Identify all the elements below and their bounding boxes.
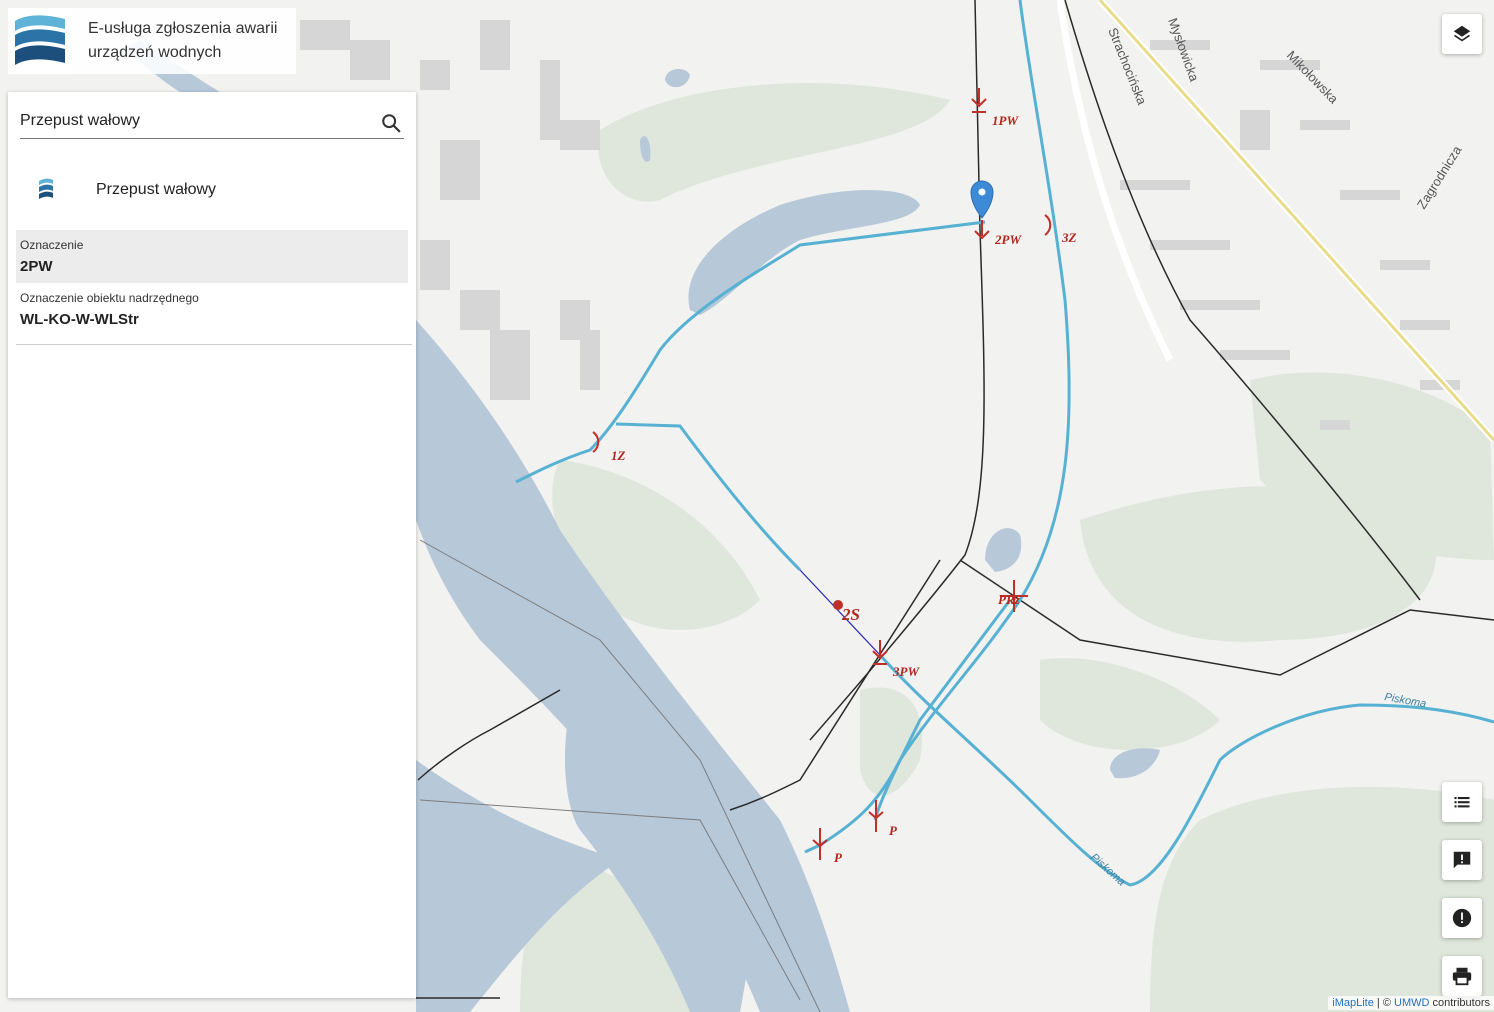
label-p-2: P — [834, 850, 843, 865]
search-result-label: Przepust wałowy — [96, 181, 217, 198]
label-3z: 3Z — [1061, 230, 1077, 245]
label-1pw: 1PW — [992, 113, 1019, 128]
label-p-1: P — [889, 823, 898, 838]
label-prz: PRz — [998, 592, 1021, 607]
divider — [16, 344, 412, 345]
app-header: E-usługa zgłoszenia awarii urządzeń wodn… — [8, 8, 296, 74]
attribution-suffix: contributors — [1432, 997, 1490, 1009]
layers-button[interactable] — [1442, 14, 1482, 54]
feedback-button[interactable] — [1442, 840, 1482, 880]
attribute-value: 2PW — [20, 258, 53, 275]
report-failure-button[interactable] — [1442, 898, 1482, 938]
search-input[interactable] — [20, 112, 360, 130]
search-bar — [20, 104, 404, 139]
feedback-icon — [1453, 851, 1471, 869]
label-3pw: 3PW — [892, 664, 920, 679]
attribute-oznaczenie: Oznaczenie 2PW — [16, 230, 408, 283]
app-title: E-usługa zgłoszenia awarii urządzeń wodn… — [88, 20, 278, 61]
app-logo — [8, 8, 72, 74]
label-2s: 2S — [841, 605, 860, 624]
attribute-name: Oznaczenie — [20, 238, 84, 252]
water-logo-icon — [15, 15, 65, 65]
search-button[interactable] — [380, 112, 402, 134]
list-icon — [1454, 797, 1470, 808]
attribute-parent-object: Oznaczenie obiektu nadrzędnego WL-KO-W-W… — [16, 283, 408, 336]
search-result-item[interactable]: Przepust wałowy — [16, 154, 408, 226]
layers-icon — [1453, 25, 1471, 42]
imaplite-link[interactable]: iMapLite — [1332, 997, 1374, 1009]
map-attribution: iMapLite | © UMWD contributors — [1328, 996, 1494, 1010]
print-icon — [1452, 967, 1472, 986]
print-button[interactable] — [1442, 956, 1482, 996]
label-2pw: 2PW — [994, 232, 1022, 247]
label-1z: 1Z — [611, 448, 626, 463]
legend-list-button[interactable] — [1442, 782, 1482, 822]
attribution-separator: | © — [1376, 997, 1391, 1009]
side-panel: Przepust wałowy Oznaczenie 2PW Oznaczeni… — [8, 92, 416, 998]
alert-icon — [1452, 908, 1472, 928]
attribute-name: Oznaczenie obiektu nadrzędnego — [20, 291, 199, 305]
umwd-link[interactable]: UMWD — [1394, 997, 1429, 1009]
search-icon — [382, 114, 401, 133]
water-device-icon — [16, 178, 76, 202]
attribute-value: WL-KO-W-WLStr — [20, 311, 139, 328]
